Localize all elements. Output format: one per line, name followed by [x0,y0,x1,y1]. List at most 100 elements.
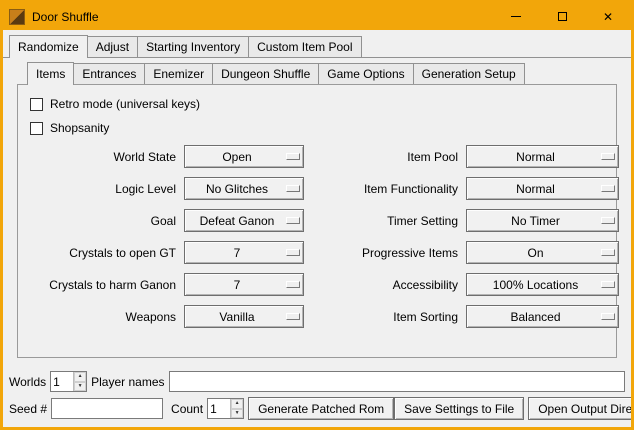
shopsanity-row: Shopsanity [30,121,608,135]
save-settings-button[interactable]: Save Settings to File [394,397,524,420]
dropdown-indicator-icon [286,249,300,256]
weapons-label: Weapons [28,310,176,324]
maximize-button[interactable] [539,3,585,30]
spin-up-icon[interactable]: ▲ [74,372,86,382]
goal-label: Goal [28,214,176,228]
window-title: Door Shuffle [32,10,493,24]
minimize-button[interactable] [493,3,539,30]
shopsanity-label: Shopsanity [50,121,109,135]
tab-randomize[interactable]: Randomize [9,35,88,58]
item-sorting-value: Balanced [473,310,598,324]
close-button[interactable]: ✕ [585,3,631,30]
count-input[interactable] [208,399,230,418]
tab-custom-item-pool[interactable]: Custom Item Pool [249,36,361,57]
main-tab-bar: Randomize Adjust Starting Inventory Cust… [3,30,631,57]
item-functionality-value: Normal [473,182,598,196]
progressive-items-label: Progressive Items [312,246,458,260]
close-icon: ✕ [603,11,613,23]
timer-setting-dropdown[interactable]: No Timer [466,209,619,232]
app-icon [9,9,25,25]
logic-level-value: No Glitches [191,182,283,196]
accessibility-value: 100% Locations [473,278,598,292]
dropdown-indicator-icon [601,249,615,256]
tab-enemizer[interactable]: Enemizer [145,63,213,84]
worlds-input[interactable] [51,372,73,391]
titlebar: Door Shuffle ✕ [3,3,631,30]
item-pool-label: Item Pool [312,150,458,164]
dropdown-indicator-icon [286,217,300,224]
dropdown-indicator-icon [286,313,300,320]
tab-starting-inventory[interactable]: Starting Inventory [138,36,249,57]
generation-row: Seed # Count ▲ ▼ Generate Patched Rom Sa… [9,396,625,421]
multiworld-row: Worlds ▲ ▼ Player names [9,369,625,394]
tab-entrances[interactable]: Entrances [74,63,145,84]
crystals-open-gt-dropdown[interactable]: 7 [184,241,304,264]
crystals-harm-ganon-label: Crystals to harm Ganon [28,278,176,292]
bottom-frame: Worlds ▲ ▼ Player names Seed # Count ▲ [3,364,631,427]
tab-generation-setup[interactable]: Generation Setup [414,63,525,84]
count-spinbox: ▲ ▼ [207,398,244,419]
timer-setting-value: No Timer [473,214,598,228]
world-state-label: World State [28,150,176,164]
dropdown-indicator-icon [286,281,300,288]
crystals-harm-ganon-dropdown[interactable]: 7 [184,273,304,296]
window-controls: ✕ [493,3,631,30]
progressive-items-value: On [473,246,598,260]
progressive-items-dropdown[interactable]: On [466,241,619,264]
crystals-open-gt-value: 7 [191,246,283,260]
worlds-label: Worlds [9,375,46,389]
dropdown-indicator-icon [286,185,300,192]
item-pool-value: Normal [473,150,598,164]
seed-input[interactable] [51,398,163,419]
worlds-spinbox: ▲ ▼ [50,371,87,392]
crystals-harm-ganon-value: 7 [191,278,283,292]
spin-down-icon[interactable]: ▼ [231,409,243,419]
goal-dropdown[interactable]: Defeat Ganon [184,209,304,232]
tab-dungeon-shuffle[interactable]: Dungeon Shuffle [213,63,319,84]
retro-mode-label: Retro mode (universal keys) [50,97,200,111]
retro-mode-checkbox[interactable] [30,98,43,111]
timer-setting-label: Timer Setting [312,214,458,228]
tab-items[interactable]: Items [27,62,74,85]
maximize-icon [558,12,567,21]
worlds-spin-arrows: ▲ ▼ [73,372,86,391]
minimize-icon [511,16,521,17]
world-state-value: Open [191,150,283,164]
dropdown-indicator-icon [601,313,615,320]
seed-label: Seed # [9,402,47,416]
weapons-dropdown[interactable]: Vanilla [184,305,304,328]
count-spin-arrows: ▲ ▼ [230,399,243,418]
shopsanity-checkbox[interactable] [30,122,43,135]
options-grid: World State Open Item Pool Normal Logic … [28,145,608,328]
spin-up-icon[interactable]: ▲ [231,399,243,409]
spin-down-icon[interactable]: ▼ [74,382,86,392]
player-names-label: Player names [91,375,164,389]
dropdown-indicator-icon [601,281,615,288]
dropdown-indicator-icon [601,153,615,160]
logic-level-dropdown[interactable]: No Glitches [184,177,304,200]
generate-patched-rom-button[interactable]: Generate Patched Rom [248,397,394,420]
weapons-value: Vanilla [191,310,283,324]
item-functionality-label: Item Functionality [312,182,458,196]
dropdown-indicator-icon [286,153,300,160]
randomize-pane: Items Entrances Enemizer Dungeon Shuffle… [3,57,631,364]
open-output-directory-button[interactable]: Open Output Directory [528,397,634,420]
count-label: Count [171,402,203,416]
retro-mode-row: Retro mode (universal keys) [30,97,608,111]
accessibility-label: Accessibility [312,278,458,292]
accessibility-dropdown[interactable]: 100% Locations [466,273,619,296]
item-sorting-dropdown[interactable]: Balanced [466,305,619,328]
dropdown-indicator-icon [601,217,615,224]
sub-tab-bar: Items Entrances Enemizer Dungeon Shuffle… [17,58,617,84]
tab-game-options[interactable]: Game Options [319,63,413,84]
tab-adjust[interactable]: Adjust [88,36,138,57]
world-state-dropdown[interactable]: Open [184,145,304,168]
item-functionality-dropdown[interactable]: Normal [466,177,619,200]
dropdown-indicator-icon [601,185,615,192]
item-pool-dropdown[interactable]: Normal [466,145,619,168]
logic-level-label: Logic Level [28,182,176,196]
items-pane: Retro mode (universal keys) Shopsanity W… [17,84,617,358]
player-names-input[interactable] [169,371,626,392]
goal-value: Defeat Ganon [191,214,283,228]
window: Door Shuffle ✕ Randomize Adjust Starting… [0,0,634,430]
